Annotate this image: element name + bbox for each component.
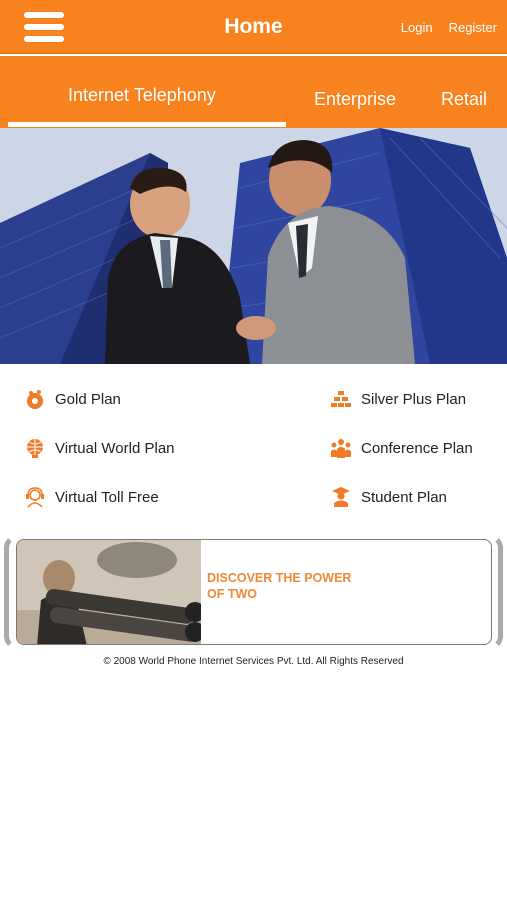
plan-label: Silver Plus Plan	[361, 390, 467, 408]
plan-item-virtual-toll-free[interactable]: Virtual Toll Free	[24, 486, 159, 508]
plan-item-student[interactable]: Student Plan	[330, 486, 447, 508]
hero-image-handshake	[0, 128, 507, 364]
plan-label: Virtual Toll Free	[55, 488, 159, 506]
plan-item-gold[interactable]: Gold Plan	[24, 388, 121, 410]
banner-image-shotgun	[17, 540, 201, 644]
login-link[interactable]: Login	[401, 20, 433, 35]
footer-copyright: © 2008 World Phone Internet Services Pvt…	[103, 656, 404, 667]
auth-links: Login Register	[401, 20, 497, 35]
banner-headline: Discover the power of two	[207, 570, 351, 602]
graduate-icon	[332, 487, 350, 507]
tab-internet-telephony[interactable]: Internet Telephony	[68, 85, 216, 106]
plan-label: Conference Plan	[361, 439, 473, 457]
support-agent-icon	[26, 487, 44, 508]
banner-line-2: of two	[207, 587, 257, 601]
plan-label: Gold Plan	[55, 390, 121, 408]
top-app-bar: Home Login Register	[0, 0, 507, 54]
tab-retail[interactable]: Retail	[441, 89, 487, 110]
category-tabs: Internet Telephony Enterprise Retail	[0, 56, 507, 128]
plan-label: Virtual World Plan	[55, 439, 175, 457]
active-tab-indicator	[8, 122, 286, 127]
plan-item-silver-plus[interactable]: Silver Plus Plan	[330, 388, 466, 410]
globe-icon	[27, 439, 43, 458]
plan-item-virtual-world[interactable]: Virtual World Plan	[24, 437, 175, 459]
silver-bars-icon	[331, 391, 351, 407]
register-link[interactable]: Register	[449, 20, 497, 35]
tab-enterprise[interactable]: Enterprise	[314, 89, 396, 110]
plan-label: Student Plan	[361, 488, 447, 506]
plan-item-conference[interactable]: Conference Plan	[330, 437, 473, 459]
gold-coins-icon	[27, 390, 43, 409]
menu-icon[interactable]	[24, 11, 66, 43]
group-people-icon	[331, 439, 351, 458]
promo-banner[interactable]: Discover the power of two	[16, 539, 492, 645]
banner-line-1: Discover the power	[207, 571, 352, 585]
